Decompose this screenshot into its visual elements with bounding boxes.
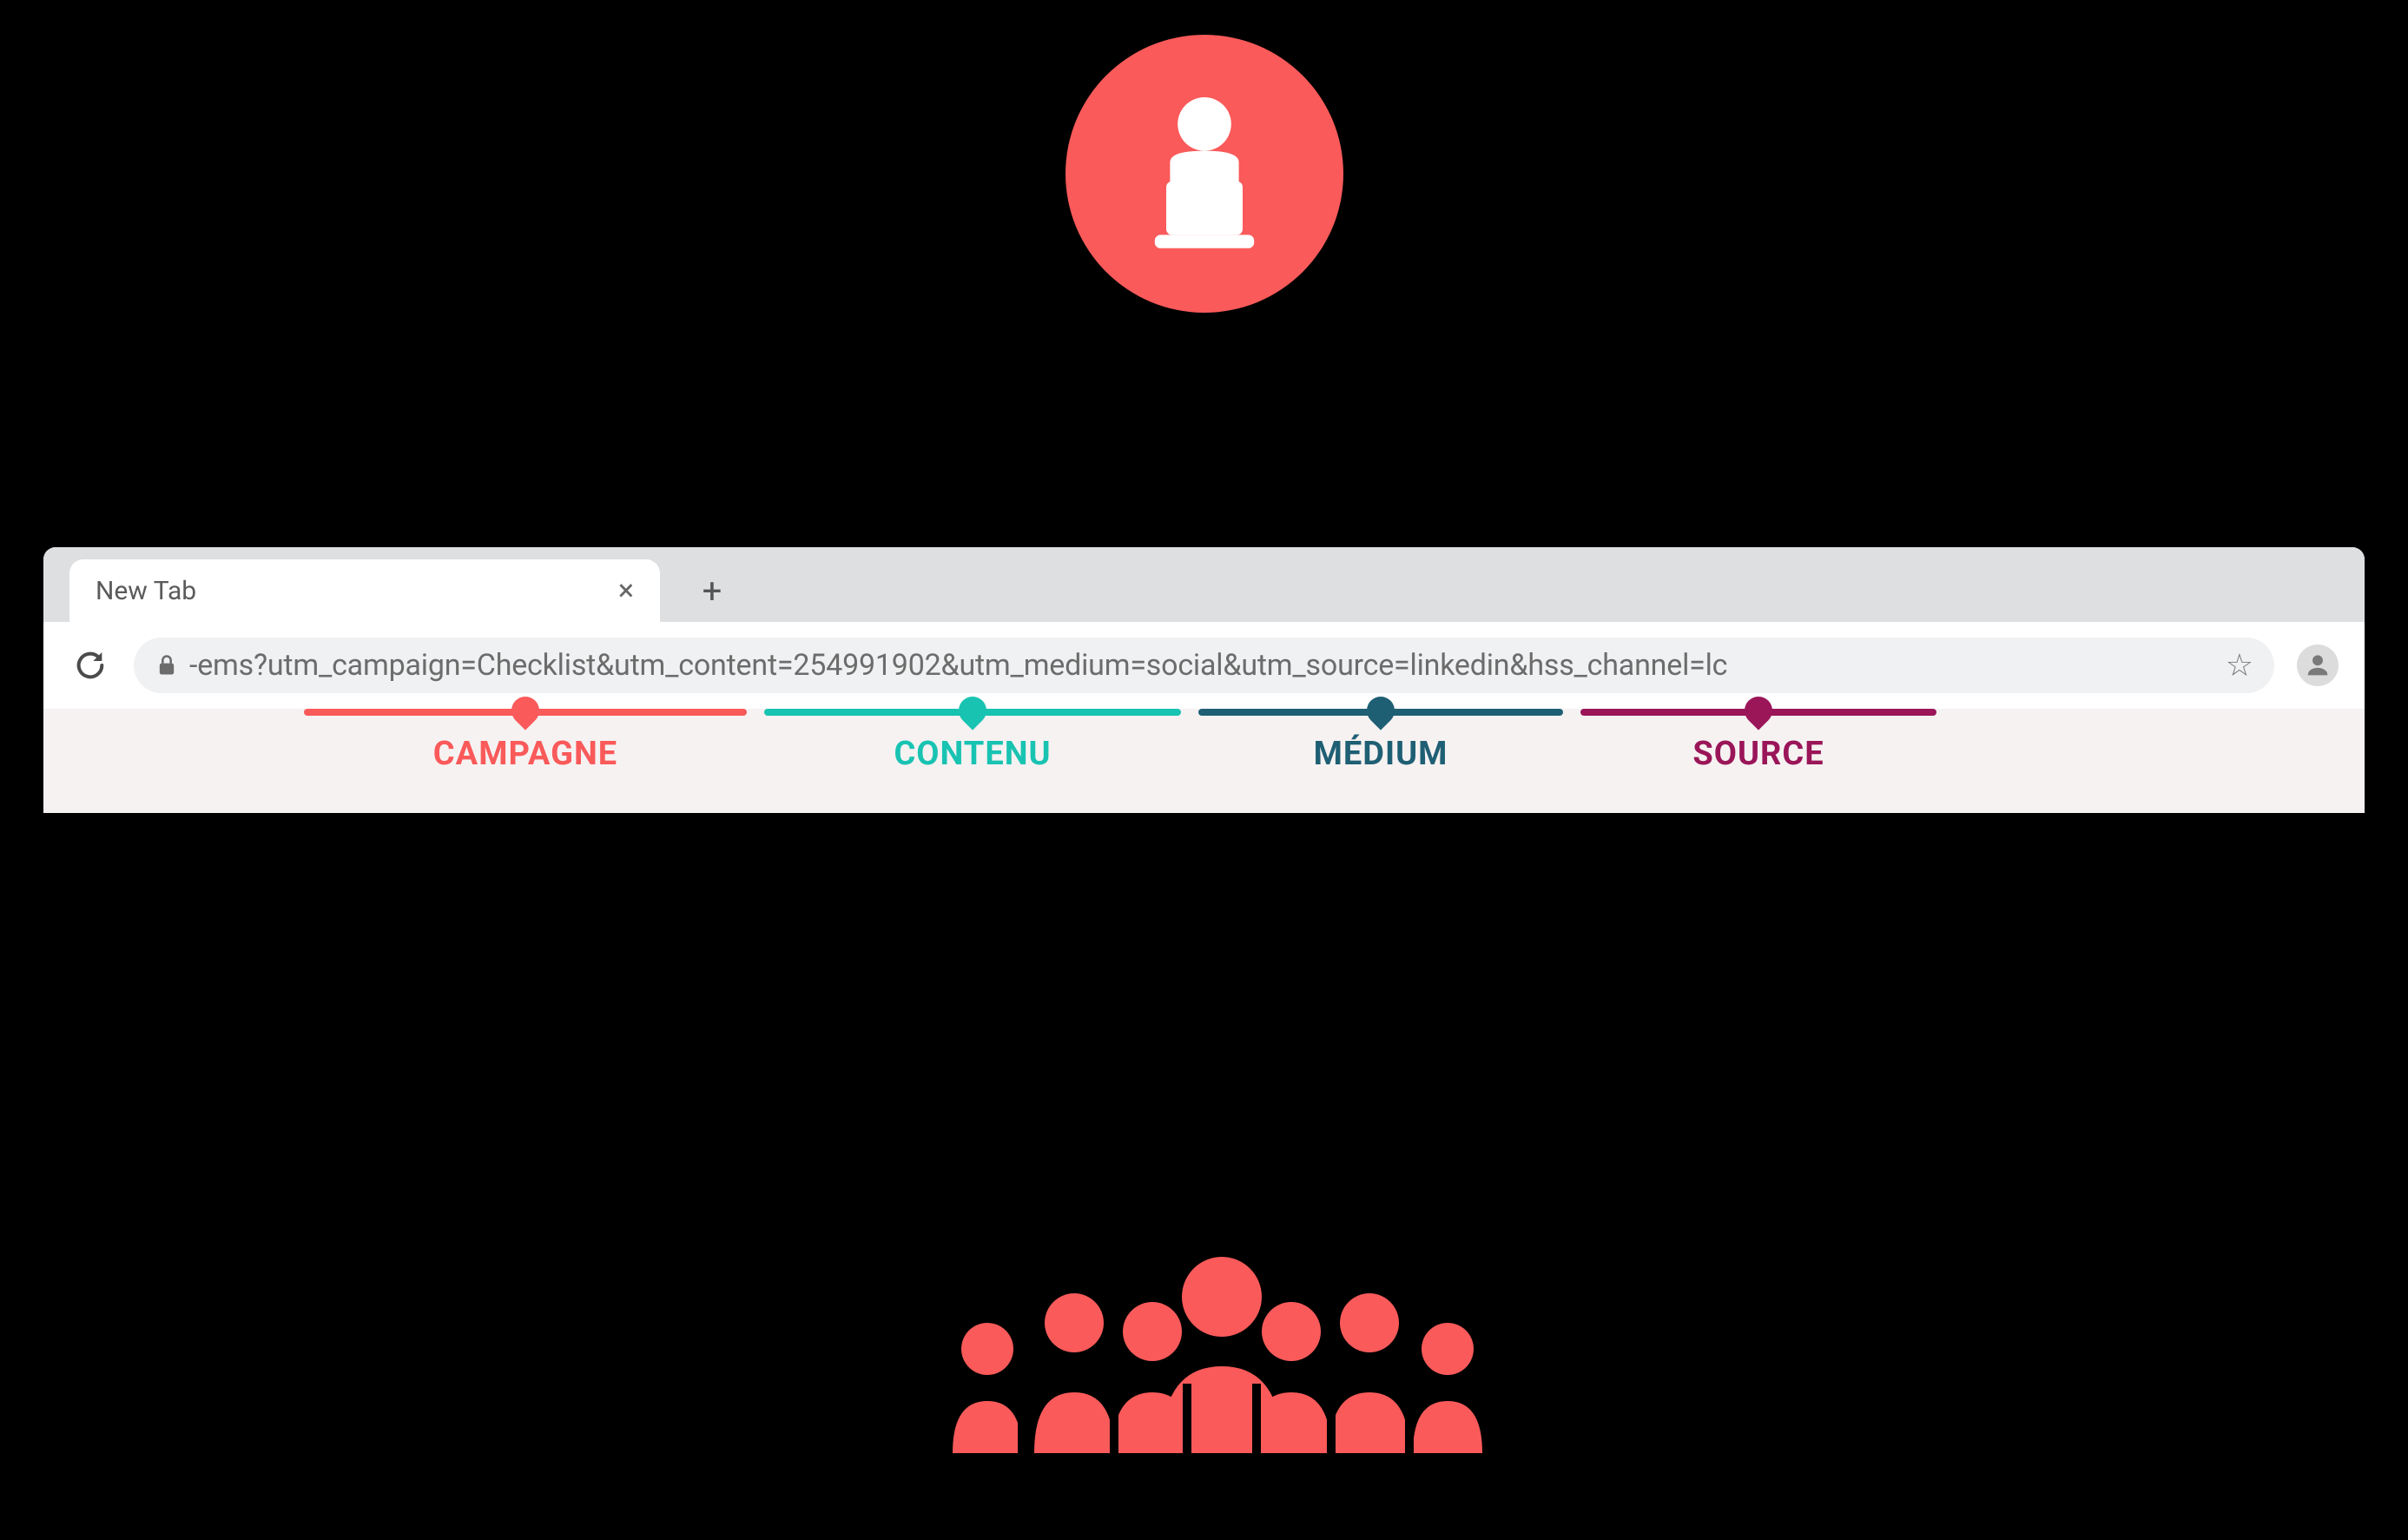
label-source: SOURCE — [1580, 735, 1936, 773]
profile-avatar-button[interactable] — [2297, 644, 2339, 686]
address-bar[interactable]: -ems?utm_campaign=Checklist&utm_content=… — [134, 638, 2274, 693]
browser-tab[interactable]: New Tab × — [69, 559, 660, 622]
label-contenu: CONTENU — [764, 735, 1181, 773]
utm-annotations: CAMPAGNE CONTENU MÉDIUM SOURCE — [43, 709, 2365, 813]
audience-group-icon — [927, 1227, 1482, 1471]
reload-icon — [73, 648, 108, 683]
browser-toolbar: -ems?utm_campaign=Checklist&utm_content=… — [43, 622, 2365, 709]
marketer-laptop-icon — [1109, 78, 1300, 269]
label-medium: MÉDIUM — [1198, 735, 1563, 773]
browser-chrome: New Tab × + -ems?utm_campaign=Checklist&… — [43, 547, 2365, 813]
reload-button[interactable] — [69, 644, 111, 686]
close-tab-icon[interactable]: × — [618, 573, 634, 608]
bookmark-star-icon[interactable]: ☆ — [2226, 647, 2253, 684]
tab-title: New Tab — [96, 576, 196, 606]
person-icon — [2303, 651, 2332, 680]
annotation-source: SOURCE — [1580, 709, 1936, 773]
label-campagne: CAMPAGNE — [304, 735, 747, 773]
marketer-badge — [1065, 35, 1343, 313]
annotation-contenu: CONTENU — [764, 709, 1181, 773]
url-text: -ems?utm_campaign=Checklist&utm_content=… — [189, 648, 2215, 683]
lock-icon — [155, 653, 179, 677]
annotation-medium: MÉDIUM — [1198, 709, 1563, 773]
audience-group — [927, 1227, 1482, 1471]
new-tab-button[interactable]: + — [686, 565, 738, 617]
tab-strip: New Tab × + — [43, 547, 2365, 622]
annotation-campagne: CAMPAGNE — [304, 709, 747, 773]
